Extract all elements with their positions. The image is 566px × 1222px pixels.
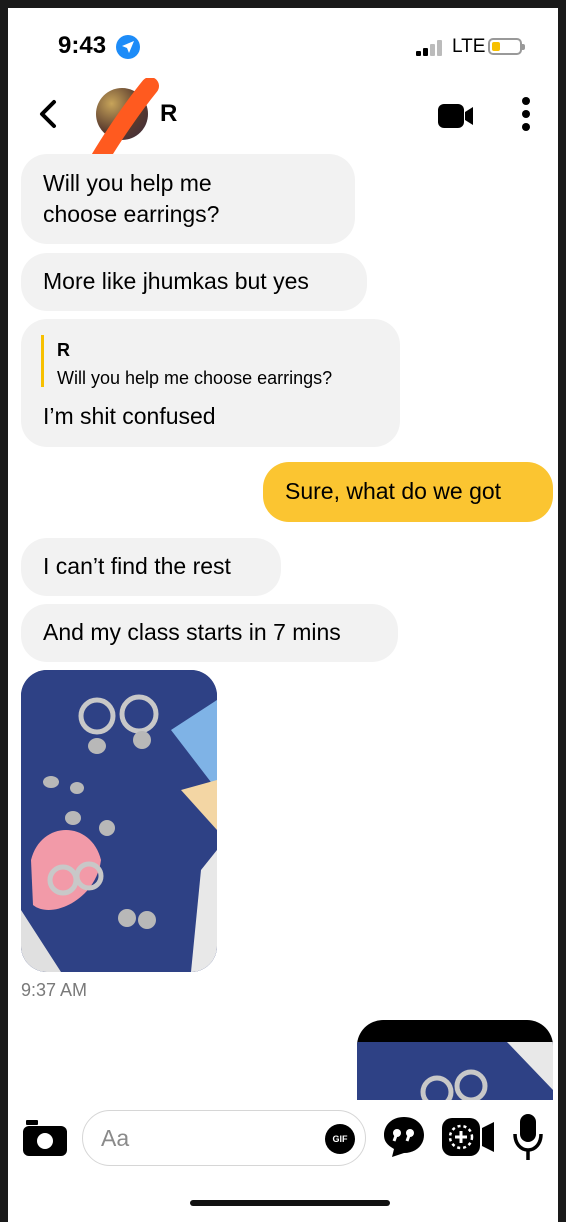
cellular-signal-icon [416, 40, 444, 56]
camera-icon[interactable] [22, 1118, 68, 1158]
back-button[interactable] [34, 94, 64, 134]
message-timestamp: 9:37 AM [21, 980, 88, 1000]
message-bubble-outgoing[interactable]: Sure, what do we got [263, 462, 553, 522]
reply-quoted-text: Will you help me choose earrings? [57, 368, 333, 388]
status-time: 9:43 [58, 32, 107, 59]
reply-author: R [57, 340, 70, 360]
location-arrow-icon [116, 35, 140, 59]
conversation-header: R [8, 78, 558, 167]
contact-name[interactable]: R [160, 100, 177, 128]
message-text: I’m shit confused [43, 403, 216, 429]
video-call-button[interactable] [436, 102, 476, 130]
message-bubble-incoming[interactable]: And my class starts in 7 mins [21, 604, 398, 662]
gif-button[interactable]: GIF [325, 1124, 355, 1154]
message-input[interactable]: Aa GIF [82, 1110, 366, 1166]
home-indicator[interactable] [190, 1200, 390, 1206]
message-composer: Aa GIF [8, 1100, 558, 1180]
earrings-photo [21, 670, 217, 972]
message-input-placeholder: Aa [101, 1125, 130, 1151]
reply-indicator [41, 335, 44, 387]
message-text: More like jhumkas but yes [43, 268, 309, 294]
message-bubble-incoming[interactable]: More like jhumkas but yes [21, 253, 367, 311]
message-bubble-reply[interactable]: R Will you help me choose earrings? I’m … [21, 319, 400, 447]
message-bubble-incoming[interactable]: I can’t find the rest [21, 538, 281, 596]
battery-icon [488, 38, 525, 55]
network-type: LTE [452, 36, 486, 57]
status-bar: 9:43 LTE [8, 8, 558, 88]
chat-screen: 9:43 LTE R Will you help me choose earri… [8, 8, 558, 1222]
video-note-icon[interactable] [440, 1116, 496, 1160]
more-options-icon[interactable] [516, 96, 536, 132]
quote-bubble-icon[interactable] [382, 1115, 426, 1159]
message-bubble-incoming[interactable]: Will you help me choose earrings? [21, 154, 355, 244]
microphone-icon[interactable] [512, 1112, 544, 1164]
message-text: Sure, what do we got [285, 478, 502, 504]
message-text: Will you help me choose earrings? [43, 170, 220, 227]
message-text: And my class starts in 7 mins [43, 619, 341, 645]
message-text: I can’t find the rest [43, 553, 231, 579]
photo-message[interactable] [21, 670, 217, 972]
